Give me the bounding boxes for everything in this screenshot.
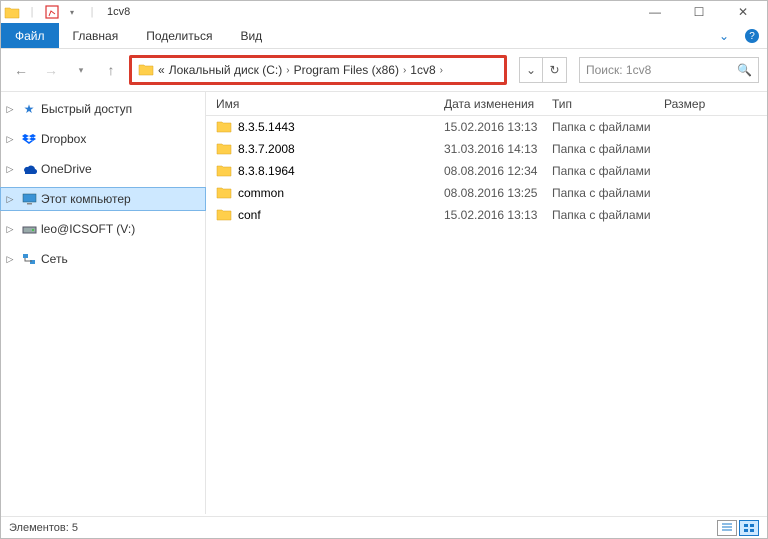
file-date: 08.08.2016 12:34 (444, 164, 552, 178)
sidebar-label: Сеть (41, 252, 68, 266)
tab-home[interactable]: Главная (59, 23, 133, 48)
table-row[interactable]: common 08.08.2016 13:25Папка с файлами (206, 182, 767, 204)
file-type: Папка с файлами (552, 186, 664, 200)
tab-file[interactable]: Файл (1, 23, 59, 48)
table-row[interactable]: conf 15.02.2016 13:13Папка с файлами (206, 204, 767, 226)
address-history-dropdown[interactable]: ⌄ (519, 57, 543, 83)
column-size[interactable]: Размер (664, 97, 767, 111)
chevron-right-icon[interactable]: ▷ (3, 164, 17, 175)
computer-icon (21, 191, 37, 207)
chevron-right-icon[interactable]: ▷ (3, 134, 17, 145)
ribbon-expand-icon[interactable]: ⌄ (711, 23, 737, 48)
sidebar-label: Dropbox (41, 132, 86, 146)
properties-icon[interactable] (43, 3, 61, 21)
tab-view[interactable]: Вид (226, 23, 276, 48)
sidebar-label: Быстрый доступ (41, 102, 132, 116)
file-date: 15.02.2016 13:13 (444, 208, 552, 222)
sidebar-item-dropbox[interactable]: ▷ Dropbox (1, 128, 205, 150)
app-folder-icon (3, 3, 21, 21)
network-icon (21, 251, 37, 267)
maximize-button[interactable]: ☐ (677, 1, 721, 23)
folder-icon (216, 119, 232, 136)
file-date: 31.03.2016 14:13 (444, 142, 552, 156)
status-bar: Элементов: 5 (1, 516, 767, 538)
sidebar-label: leo@ICSOFT (V:) (41, 222, 135, 236)
breadcrumb-prefix: « (158, 63, 165, 77)
chevron-right-icon[interactable]: ▷ (3, 194, 17, 205)
file-pane: Имя Дата изменения Тип Размер 8.3.5.1443… (206, 92, 767, 514)
file-type: Папка с файлами (552, 142, 664, 156)
file-name: common (238, 186, 284, 200)
table-row[interactable]: 8.3.7.2008 31.03.2016 14:13Папка с файлам… (206, 138, 767, 160)
file-name: 8.3.7.2008 (238, 142, 295, 156)
column-type[interactable]: Тип (552, 97, 664, 111)
breadcrumb-part-2[interactable]: 1cv8 (410, 63, 435, 77)
file-name: conf (238, 208, 261, 222)
chevron-right-icon[interactable]: ▷ (3, 254, 17, 265)
file-date: 15.02.2016 13:13 (444, 120, 552, 134)
sidebar-item-quick-access[interactable]: ▷ ★ Быстрый доступ (1, 98, 205, 120)
column-name[interactable]: Имя (206, 97, 444, 111)
folder-icon (216, 163, 232, 180)
column-date[interactable]: Дата изменения (444, 97, 552, 111)
address-bar[interactable]: « Локальный диск (C:) › Program Files (x… (129, 55, 507, 85)
refresh-button[interactable]: ↻ (543, 57, 567, 83)
sidebar-item-network[interactable]: ▷ Сеть (1, 248, 205, 270)
ribbon: Файл Главная Поделиться Вид ⌄ ? (1, 23, 767, 49)
sidebar-item-this-pc[interactable]: ▷ Этот компьютер (1, 188, 205, 210)
sidebar: ▷ ★ Быстрый доступ ▷ Dropbox ▷ OneDrive … (1, 92, 206, 514)
column-headers: Имя Дата изменения Тип Размер (206, 92, 767, 116)
network-drive-icon (21, 221, 37, 237)
folder-icon (216, 207, 232, 224)
help-icon[interactable]: ? (745, 29, 759, 43)
file-date: 08.08.2016 13:25 (444, 186, 552, 200)
address-folder-icon (138, 62, 154, 78)
nav-row: ← → ▾ ↑ « Локальный диск (C:) › Program … (1, 49, 767, 91)
folder-icon (216, 185, 232, 202)
chevron-right-icon[interactable]: ▷ (3, 104, 17, 115)
chevron-right-icon[interactable]: ▷ (3, 224, 17, 235)
back-button[interactable]: ← (9, 58, 33, 82)
chevron-right-icon[interactable]: › (440, 65, 443, 76)
chevron-right-icon[interactable]: › (286, 65, 289, 76)
qat-dropdown-icon[interactable]: ▾ (63, 3, 81, 21)
onedrive-icon (21, 161, 37, 177)
file-type: Папка с файлами (552, 208, 664, 222)
close-button[interactable]: ✕ (721, 1, 765, 23)
forward-button[interactable]: → (39, 58, 63, 82)
titlebar: | ▾ | 1cv8 — ☐ ✕ (1, 1, 767, 23)
window-title: 1cv8 (107, 6, 130, 18)
file-type: Папка с файлами (552, 120, 664, 134)
search-placeholder: Поиск: 1cv8 (586, 63, 651, 77)
folder-icon (216, 141, 232, 158)
search-input[interactable]: Поиск: 1cv8 🔍 (579, 57, 759, 83)
sidebar-item-onedrive[interactable]: ▷ OneDrive (1, 158, 205, 180)
search-icon: 🔍 (737, 63, 752, 77)
sidebar-label: Этот компьютер (41, 192, 131, 206)
table-row[interactable]: 8.3.5.1443 15.02.2016 13:13Папка с файлам… (206, 116, 767, 138)
star-icon: ★ (21, 101, 37, 117)
file-name: 8.3.5.1443 (238, 120, 295, 134)
sidebar-item-network-drive[interactable]: ▷ leo@ICSOFT (V:) (1, 218, 205, 240)
status-text: Элементов: 5 (9, 522, 78, 534)
tab-share[interactable]: Поделиться (132, 23, 226, 48)
breadcrumb-part-1[interactable]: Program Files (x86) (294, 63, 399, 77)
table-row[interactable]: 8.3.8.1964 08.08.2016 12:34Папка с файлам… (206, 160, 767, 182)
view-icons-button[interactable] (739, 520, 759, 536)
qat-separator2: | (83, 3, 101, 21)
up-button[interactable]: ↑ (99, 58, 123, 82)
dropbox-icon (21, 131, 37, 147)
chevron-right-icon[interactable]: › (403, 65, 406, 76)
minimize-button[interactable]: — (633, 1, 677, 23)
view-details-button[interactable] (717, 520, 737, 536)
sidebar-label: OneDrive (41, 162, 92, 176)
file-type: Папка с файлами (552, 164, 664, 178)
breadcrumb-part-0[interactable]: Локальный диск (C:) (169, 63, 283, 77)
recent-dropdown-icon[interactable]: ▾ (69, 58, 93, 82)
qat-separator: | (23, 3, 41, 21)
file-name: 8.3.8.1964 (238, 164, 295, 178)
